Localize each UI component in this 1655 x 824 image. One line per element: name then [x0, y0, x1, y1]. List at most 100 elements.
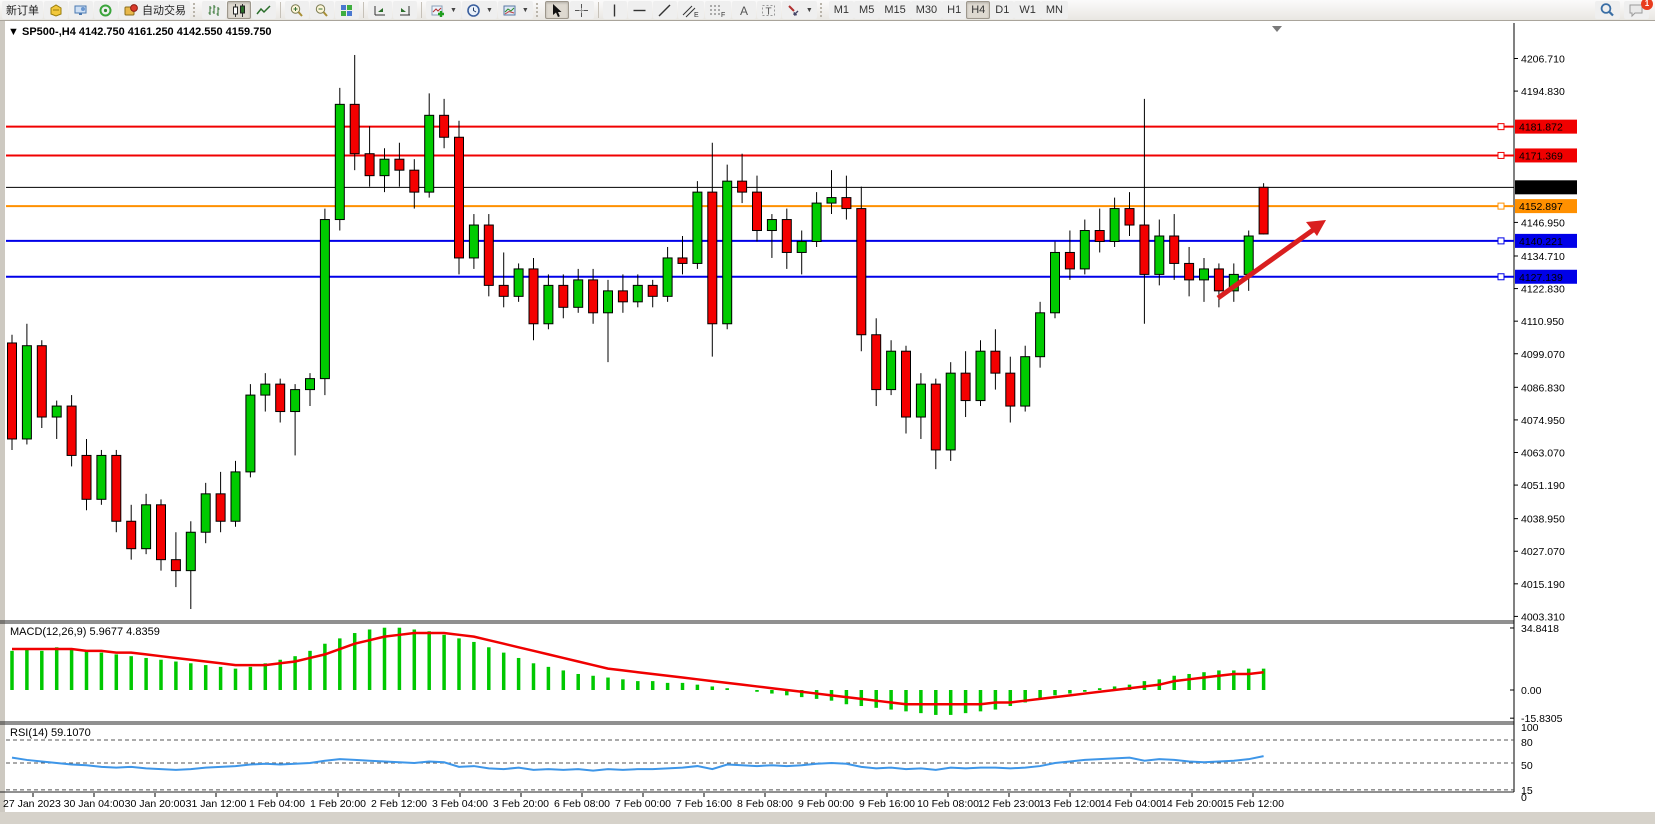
candle-body [335, 104, 344, 219]
level-line-handle[interactable] [1498, 124, 1504, 130]
time-axis-label: 12 Feb 23:00 [978, 798, 1040, 810]
timeframe-m5[interactable]: M5 [854, 1, 879, 19]
toolbar-separator [598, 2, 599, 18]
timeframe-d1[interactable]: D1 [990, 1, 1014, 19]
candle-body [1170, 236, 1179, 263]
search-icon[interactable] [1595, 1, 1620, 19]
svg-text:A: A [740, 4, 748, 18]
time-axis-label: 9 Feb 16:00 [859, 798, 915, 810]
macd-scale-label: 0.00 [1521, 685, 1542, 697]
time-axis-label: 10 Feb 08:00 [917, 798, 979, 810]
price-tick-label: 4122.830 [1521, 284, 1565, 296]
candle-body [1065, 252, 1074, 268]
dropdown-caret: ▼ [486, 7, 493, 14]
terminal-icon[interactable] [69, 1, 93, 19]
timeframe-m30[interactable]: M30 [911, 1, 942, 19]
cursor-tool-icon[interactable] [545, 1, 569, 19]
text-label-tool-icon[interactable]: T [757, 1, 781, 19]
time-axis-label: 7 Feb 16:00 [676, 798, 732, 810]
price-tick-label: 4051.190 [1521, 480, 1565, 492]
candle-body [1051, 252, 1060, 312]
auto-scroll-icon[interactable] [368, 1, 392, 19]
orders-icon[interactable] [44, 1, 68, 19]
level-line-handle[interactable] [1498, 238, 1504, 244]
channel-tool-icon[interactable]: E [678, 1, 704, 19]
level-line-handle[interactable] [1498, 152, 1504, 158]
time-axis-label: 8 Feb 08:00 [737, 798, 793, 810]
chart-title: SP500-,H4 4142.750 4161.250 4142.550 415… [22, 26, 272, 38]
fibonacci-tool-icon[interactable]: F [705, 1, 731, 19]
toolbar-separator [363, 2, 364, 18]
candle-body [916, 384, 925, 417]
price-tick-label: 4038.950 [1521, 514, 1565, 526]
level-line-handle[interactable] [1498, 203, 1504, 209]
svg-text:T: T [765, 6, 771, 17]
price-tag-label: 4140.221 [1519, 236, 1563, 248]
shapes-tool-icon [786, 3, 802, 18]
timeframe-h4[interactable]: H4 [966, 1, 990, 19]
crosshair-tool-icon[interactable] [570, 1, 594, 19]
timeframe-mn[interactable]: MN [1041, 1, 1068, 19]
candle-body [440, 115, 449, 137]
shapes-tool-button[interactable]: ▼ [782, 1, 817, 19]
candle-body [723, 181, 732, 324]
timeframe-h1[interactable]: H1 [942, 1, 966, 19]
candle-body [514, 269, 523, 296]
candle-body [1244, 236, 1253, 274]
price-tick-label: 4110.950 [1521, 316, 1564, 328]
line-chart-icon[interactable] [252, 1, 276, 19]
candle-body [8, 343, 17, 439]
price-tag-label: 4127.139 [1519, 272, 1563, 284]
bar-chart-icon[interactable] [202, 1, 226, 19]
candle-body [678, 258, 687, 263]
alerts-icon[interactable] [94, 1, 118, 19]
trendline-tool-icon[interactable] [653, 1, 677, 19]
candle-body [708, 192, 717, 324]
timeframe-m1[interactable]: M1 [829, 1, 854, 19]
chart-shift-icon[interactable] [393, 1, 417, 19]
time-axis-label: 9 Feb 00:00 [798, 798, 854, 810]
zoom-in-icon[interactable] [285, 1, 309, 19]
chart-area[interactable]: 4206.7104194.8304146.9504134.7104122.830… [0, 21, 1655, 824]
timeframe-m15[interactable]: M15 [879, 1, 910, 19]
candle-body [216, 494, 225, 521]
price-tick-label: 4074.950 [1521, 415, 1565, 427]
toolbar-separator [421, 2, 422, 18]
level-line-handle[interactable] [1498, 274, 1504, 280]
period-clock-button[interactable]: ▼ [462, 1, 497, 19]
candle-body [544, 285, 553, 323]
mt4-window: { "toolbar": { "new_order_label": "新订单",… [0, 0, 1655, 824]
autotrading-button[interactable]: 自动交易 [119, 1, 190, 19]
horizontal-line-tool-icon[interactable] [628, 1, 652, 19]
toolbar-right-group: 1 [1595, 1, 1653, 19]
price-tick-label: 4063.070 [1521, 447, 1565, 459]
time-axis-label: 27 Jan 2023 [3, 798, 61, 810]
time-axis-label: 1 Feb 20:00 [310, 798, 366, 810]
text-tool-icon[interactable]: A [732, 1, 756, 19]
candlestick-chart-icon[interactable] [227, 1, 251, 19]
candle-body [142, 505, 151, 549]
new-order-button[interactable]: 新订单 [2, 1, 43, 19]
price-tag-label: 4152.897 [1519, 201, 1563, 213]
time-axis-label: 30 Jan 04:00 [64, 798, 125, 810]
timeframe-group: M1M5M15M30H1H4D1W1MN [829, 1, 1068, 19]
tile-windows-icon[interactable] [335, 1, 359, 19]
notifications-button[interactable]: 1 [1624, 1, 1649, 19]
time-axis-label: 3 Feb 20:00 [493, 798, 549, 810]
dropdown-caret: ▼ [450, 7, 457, 14]
zoom-out-icon[interactable] [310, 1, 334, 19]
template-button[interactable]: ▼ [498, 1, 533, 19]
candle-body [1214, 269, 1223, 291]
timeframe-w1[interactable]: W1 [1014, 1, 1041, 19]
candle-body [529, 269, 538, 324]
add-indicator-button[interactable]: ▼ [426, 1, 461, 19]
autotrading-label: 自动交易 [142, 2, 186, 18]
candle-body [67, 406, 76, 455]
candle-body [1036, 313, 1045, 357]
toolbar: 新订单 自动交易 [0, 0, 1655, 21]
candle-body [1110, 209, 1119, 242]
price-tick-label: 4027.070 [1521, 546, 1565, 558]
candle-body [52, 406, 61, 417]
vertical-line-tool-icon[interactable] [603, 1, 627, 19]
price-chart-svg[interactable]: 4206.7104194.8304146.9504134.7104122.830… [0, 21, 1655, 824]
